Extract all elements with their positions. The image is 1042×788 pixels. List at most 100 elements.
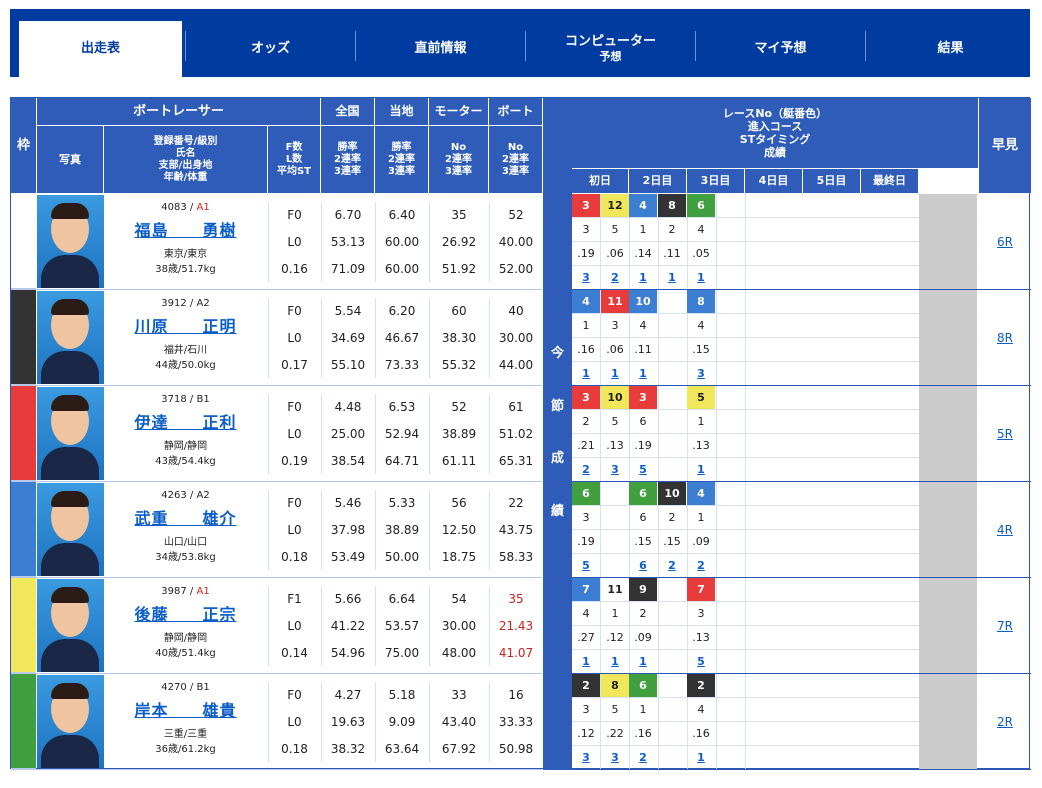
- race-result[interactable]: 1: [687, 458, 715, 481]
- header-race: レースNo（艇番色） 進入コース STタイミング 成績: [572, 98, 978, 168]
- boat-value: 40.00: [498, 234, 534, 249]
- race-result[interactable]: 1: [572, 650, 600, 673]
- race-result[interactable]: 3: [601, 746, 629, 769]
- race-st: .12: [606, 631, 624, 644]
- race-result[interactable]: 1: [629, 362, 657, 385]
- race-course: 3: [611, 319, 619, 332]
- motor-values: 35 26.92 51.92: [429, 202, 488, 282]
- race-number[interactable]: 3: [629, 386, 657, 409]
- racer-info: 3718 / B1 伊達 正利 静岡/静岡 43歳/54.4kg: [104, 394, 267, 467]
- racer-name[interactable]: 川原 正明: [134, 313, 236, 337]
- race-number[interactable]: 7: [572, 578, 600, 601]
- race-result[interactable]: 6: [629, 554, 657, 577]
- header-fl-line: L数: [285, 153, 303, 165]
- race-result[interactable]: 1: [601, 650, 629, 673]
- race-number[interactable]: 12: [601, 194, 629, 217]
- race-result[interactable]: 1: [687, 266, 715, 289]
- race-result[interactable]: 1: [629, 650, 657, 673]
- fl-value: L0: [287, 522, 302, 537]
- race-result[interactable]: 5: [687, 650, 715, 673]
- header-boa-rates: No 2連率 3連率: [489, 126, 542, 193]
- race-number[interactable]: 4: [687, 482, 715, 505]
- tab-5[interactable]: 結果: [869, 21, 1032, 77]
- race-result[interactable]: 2: [687, 554, 715, 577]
- race-number[interactable]: 8: [601, 674, 629, 697]
- race-result[interactable]: 1: [687, 746, 715, 769]
- race-number[interactable]: 6: [687, 194, 715, 217]
- race-course: 3: [582, 703, 590, 716]
- boat-value: 41.07: [498, 645, 534, 660]
- race-number[interactable]: 8: [687, 290, 715, 313]
- race-number[interactable]: 2: [687, 674, 715, 697]
- hayami-link[interactable]: 4R: [979, 482, 1031, 577]
- race-result[interactable]: 3: [601, 458, 629, 481]
- racer-name[interactable]: 岸本 雄貴: [134, 697, 236, 721]
- race-number[interactable]: 6: [629, 674, 657, 697]
- racer-branch: 山口/山口: [163, 537, 208, 548]
- racer-name[interactable]: 武重 雄介: [134, 505, 236, 529]
- tab-2[interactable]: 直前情報: [359, 21, 522, 77]
- race-grey: [919, 674, 977, 769]
- boat-value: 65.31: [498, 453, 534, 468]
- race-number[interactable]: 5: [687, 386, 715, 409]
- motor-values: 60 38.30 55.32: [429, 298, 488, 378]
- zenkoku-value: 41.22: [330, 618, 366, 633]
- racer-branch: 静岡/静岡: [163, 633, 208, 644]
- touchi-value: 60.00: [384, 234, 420, 249]
- racer-class: B1: [196, 394, 210, 405]
- race-result[interactable]: 3: [572, 746, 600, 769]
- race-result[interactable]: 2: [572, 458, 600, 481]
- race-number[interactable]: 9: [629, 578, 657, 601]
- reg-number: 4263: [161, 490, 187, 501]
- racer-name[interactable]: 福島 勇樹: [134, 217, 236, 241]
- race-result[interactable]: 5: [629, 458, 657, 481]
- race-number[interactable]: 2: [572, 674, 600, 697]
- header-fl: F数 L数 平均ST: [268, 126, 320, 193]
- zenkoku-values: 5.46 37.98 53.49: [321, 490, 374, 570]
- race-result[interactable]: 3: [572, 266, 600, 289]
- race-st: .27: [577, 631, 595, 644]
- race-number[interactable]: 6: [572, 482, 600, 505]
- tab-4[interactable]: マイ予想: [699, 21, 862, 77]
- race-result[interactable]: 2: [658, 554, 686, 577]
- hayami-link[interactable]: 2R: [979, 674, 1031, 769]
- hayami-link[interactable]: 8R: [979, 290, 1031, 385]
- race-number[interactable]: 11: [601, 290, 629, 313]
- race-number[interactable]: 8: [658, 194, 686, 217]
- reg-number: 3912: [161, 298, 187, 309]
- racer-name[interactable]: 伊達 正利: [134, 409, 236, 433]
- race-number[interactable]: 4: [629, 194, 657, 217]
- motor-values: 33 43.40 67.92: [429, 682, 488, 762]
- header-zen-rates-line: 2連率: [334, 153, 361, 165]
- motor-values: 54 30.00 48.00: [429, 586, 488, 666]
- race-number[interactable]: 6: [629, 482, 657, 505]
- hayami-link[interactable]: 5R: [979, 386, 1031, 481]
- hayami-link[interactable]: 6R: [979, 194, 1031, 289]
- hayami-link[interactable]: 7R: [979, 578, 1031, 673]
- race-result[interactable]: 1: [629, 266, 657, 289]
- race-result[interactable]: 1: [658, 266, 686, 289]
- tab-bar: 出走表 オッズ 直前情報 コンピューター 予想 マイ予想 結果: [10, 9, 1030, 77]
- race-course: 2: [639, 607, 647, 620]
- race-result[interactable]: 1: [572, 362, 600, 385]
- race-result[interactable]: 2: [601, 266, 629, 289]
- touchi-value: 52.94: [384, 426, 420, 441]
- race-result[interactable]: 1: [601, 362, 629, 385]
- race-number[interactable]: 7: [687, 578, 715, 601]
- tab-1[interactable]: オッズ: [189, 21, 352, 77]
- race-result[interactable]: 2: [629, 746, 657, 769]
- race-result[interactable]: 3: [687, 362, 715, 385]
- racer-name[interactable]: 後藤 正宗: [134, 601, 236, 625]
- motor-values: 52 38.89 61.11: [429, 394, 488, 474]
- race-number[interactable]: 4: [572, 290, 600, 313]
- race-number[interactable]: 3: [572, 194, 600, 217]
- header-day-1: 2日目: [629, 169, 686, 193]
- race-number[interactable]: 3: [572, 386, 600, 409]
- tab-0[interactable]: 出走表: [19, 21, 182, 77]
- race-result[interactable]: 5: [572, 554, 600, 577]
- race-number[interactable]: 10: [629, 290, 657, 313]
- race-number[interactable]: 10: [601, 386, 629, 409]
- tab-3[interactable]: コンピューター 予想: [529, 21, 692, 77]
- race-number[interactable]: 11: [601, 578, 629, 601]
- race-number[interactable]: 10: [658, 482, 686, 505]
